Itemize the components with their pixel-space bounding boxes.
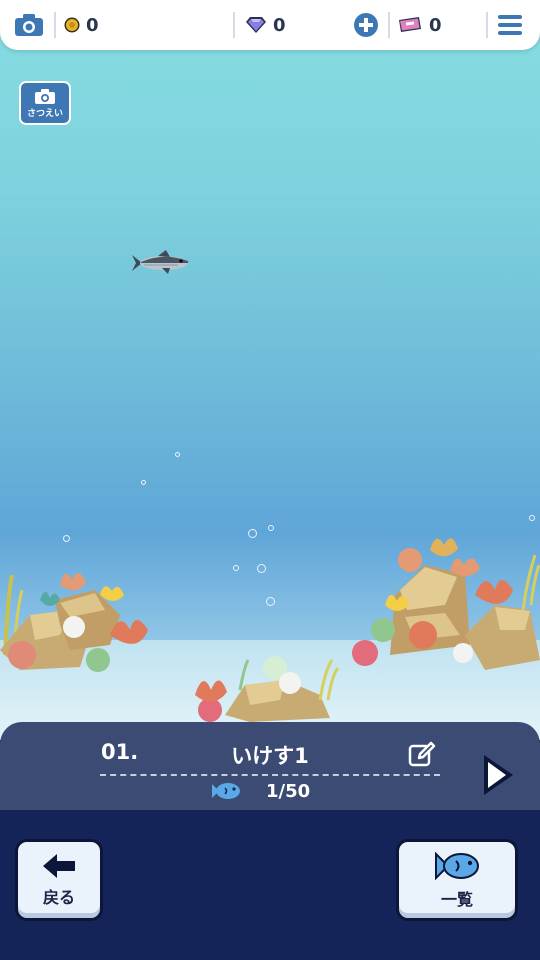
plus-circle-icon — [354, 13, 378, 37]
coin-count: 0 — [86, 14, 99, 36]
gem-count: 0 — [273, 14, 286, 36]
menu-button[interactable] — [498, 0, 522, 50]
camera-button[interactable] — [14, 0, 44, 50]
bubble — [233, 565, 239, 571]
take-photo-button[interactable]: さつえい — [19, 81, 71, 125]
take-photo-label: さつえい — [26, 108, 63, 119]
add-gems-button[interactable] — [353, 0, 379, 50]
coral-reef-right — [352, 538, 540, 670]
gem-counter: 0 — [245, 0, 286, 50]
ticket-count: 0 — [429, 14, 442, 36]
dashed-divider — [100, 774, 440, 776]
bubble — [175, 452, 180, 457]
aquarium-scene: さつえい — [0, 0, 540, 740]
arrow-left-icon — [43, 854, 75, 878]
bubble — [529, 515, 535, 521]
fish-icon — [212, 783, 240, 799]
back-button[interactable]: 戻る — [15, 839, 103, 921]
fish-list-button[interactable]: 一覧 — [396, 839, 518, 921]
coin-counter: 0 — [64, 0, 99, 50]
back-label: 戻る — [42, 888, 75, 907]
diamond-gem-icon — [246, 17, 266, 33]
gold-coin-icon — [64, 17, 80, 33]
ticket-icon — [399, 17, 421, 32]
coral-reef-left — [0, 572, 148, 672]
bubble — [257, 564, 266, 573]
edit-pencil-icon[interactable] — [408, 740, 436, 768]
hamburger-menu-icon — [498, 15, 522, 35]
bubble — [268, 525, 274, 531]
tank-info-panel: 01. いけす1 1/50 — [0, 722, 540, 810]
camera-icon — [15, 14, 43, 36]
bubble — [141, 480, 146, 485]
bubble — [248, 529, 257, 538]
bubble — [63, 535, 70, 542]
fish-list-label: 一覧 — [440, 890, 473, 909]
mackerel-fish[interactable] — [128, 248, 194, 278]
bubble — [266, 597, 275, 606]
divider — [388, 12, 390, 38]
fish-icon — [435, 851, 479, 881]
coral-reef-center — [195, 656, 340, 722]
ticket-counter: 0 — [397, 0, 442, 50]
tank-number: 01. — [101, 740, 139, 764]
fish-count: 1/50 — [266, 781, 311, 802]
camera-icon — [35, 88, 55, 104]
next-tank-arrow-icon[interactable] — [480, 752, 516, 798]
tank-name: いけす1 — [231, 744, 309, 768]
divider — [233, 12, 235, 38]
top-status-bar: 0 0 0 — [0, 0, 540, 50]
divider — [486, 12, 488, 38]
divider — [54, 12, 56, 38]
